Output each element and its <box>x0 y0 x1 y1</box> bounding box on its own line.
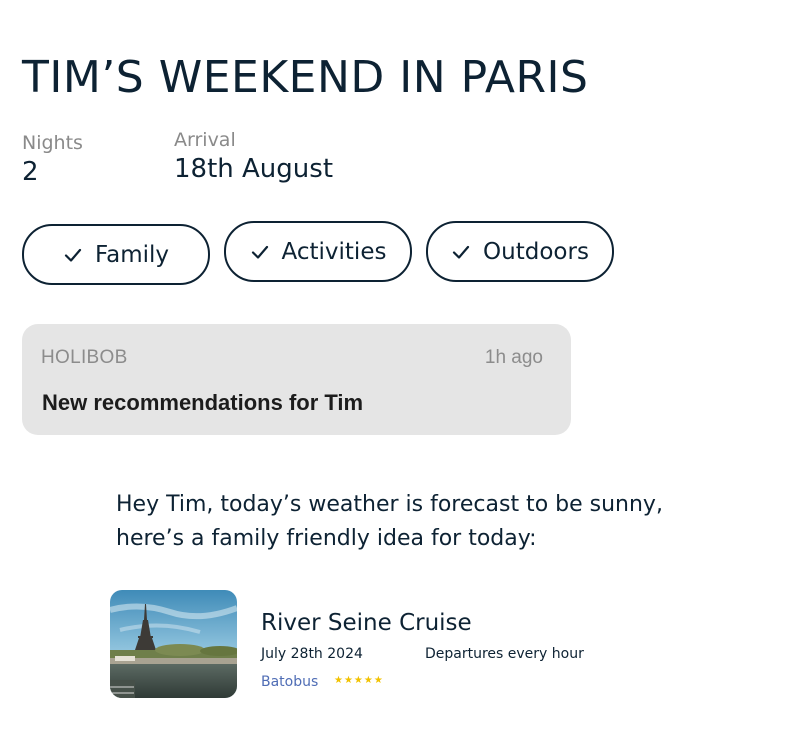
nights-label: Nights <box>22 132 83 154</box>
notification-headline: New recommendations for Tim <box>42 390 364 415</box>
assistant-message: Hey Tim, today’s weather is forecast to … <box>116 492 663 551</box>
notification-app-name: HOLIBOB <box>41 347 128 368</box>
recommendation-date: July 28th 2024 <box>261 646 363 662</box>
arrival-info: Arrival 18th August <box>174 128 333 186</box>
recommendation-schedule: Departures every hour <box>425 646 584 662</box>
tag-family-chip[interactable]: Family <box>22 224 210 285</box>
check-icon <box>251 245 268 259</box>
arrival-value: 18th August <box>174 154 334 184</box>
rating-stars-icon: ★★★★★ <box>334 675 384 686</box>
tag-activities-chip[interactable]: Activities <box>224 221 412 282</box>
tag-activities-label: Activities <box>281 238 387 265</box>
tag-family-label: Family <box>94 241 169 268</box>
notification-time: 1h ago <box>484 347 543 368</box>
nights-info: Nights 2 <box>22 131 83 189</box>
notification-card[interactable]: HOLIBOB 1h ago New recommendations for T… <box>22 324 571 435</box>
provider-link[interactable]: Batobus <box>261 674 318 690</box>
nights-value: 2 <box>22 157 39 187</box>
tag-outdoors-chip[interactable]: Outdoors <box>426 221 614 282</box>
page-title: TIM’S WEEKEND IN PARIS <box>22 52 589 103</box>
recommendation-card[interactable]: River Seine Cruise July 28th 2024 Depart… <box>110 590 670 700</box>
check-icon <box>452 245 470 259</box>
check-icon <box>64 248 82 262</box>
recommendation-title[interactable]: River Seine Cruise <box>261 610 472 636</box>
tag-outdoors-label: Outdoors <box>483 238 589 265</box>
eiffel-tower-photo <box>110 590 237 698</box>
arrival-label: Arrival <box>174 129 236 151</box>
